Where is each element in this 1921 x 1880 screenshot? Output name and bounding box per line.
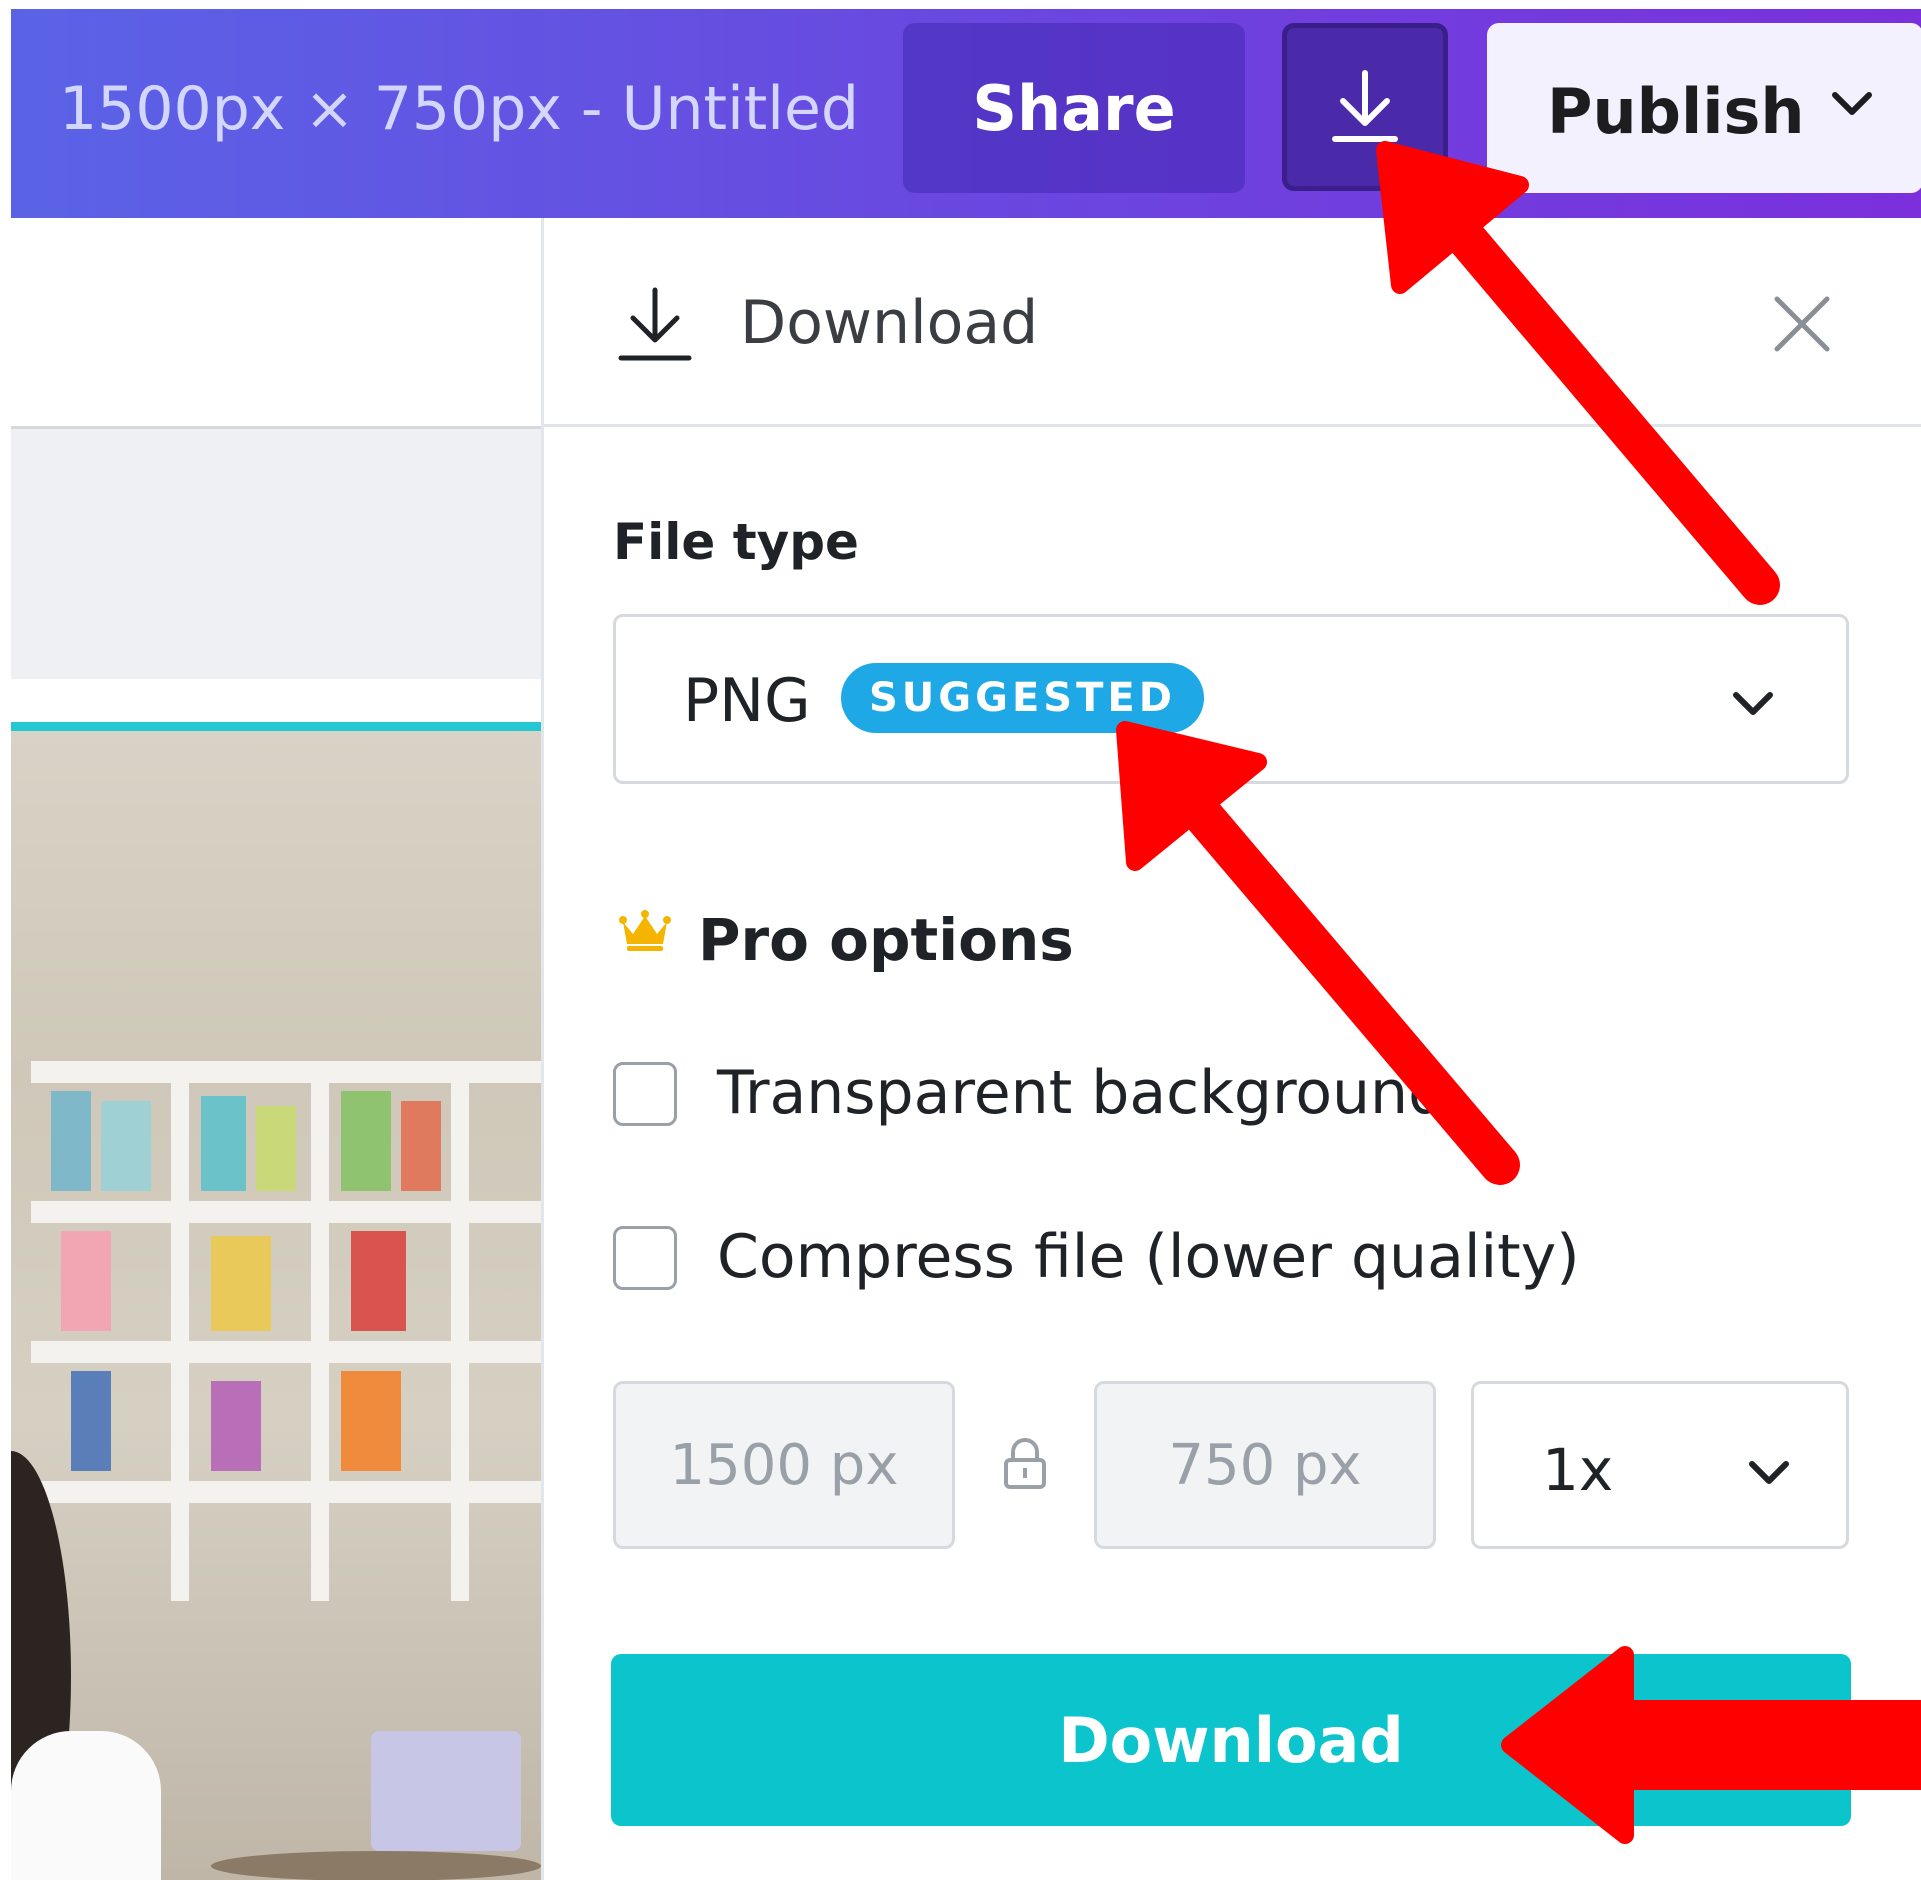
width-field[interactable]: 1500 px: [613, 1381, 955, 1549]
compress-file-checkbox[interactable]: [613, 1226, 677, 1290]
compress-file-label[interactable]: Compress file (lower quality): [717, 1222, 1580, 1292]
panel-title: Download: [740, 288, 1039, 358]
transparent-background-checkbox[interactable]: [613, 1062, 677, 1126]
publish-label: Publish: [1547, 75, 1805, 148]
chevron-down-icon: [1733, 692, 1773, 715]
editor-options-bar: [11, 429, 541, 679]
pro-options-label: Pro options: [698, 906, 1074, 974]
editor-toolbar-area: [11, 218, 541, 426]
chevron-down-icon: [1749, 1461, 1789, 1484]
download-button[interactable]: Download: [611, 1654, 1851, 1826]
file-type-value: PNG: [683, 666, 811, 736]
file-type-select[interactable]: PNG SUGGESTED: [613, 614, 1849, 784]
canvas-photo[interactable]: [11, 731, 541, 1880]
chevron-down-icon: [1832, 92, 1872, 115]
canvas-selection-line: [11, 722, 541, 731]
download-icon: [1332, 70, 1398, 142]
suggested-badge: SUGGESTED: [841, 663, 1204, 733]
download-panel: Download File type PNG SUGGESTED Pro opt…: [541, 218, 1921, 1880]
panel-divider: [544, 424, 1921, 427]
file-type-label: File type: [613, 513, 859, 571]
download-toolbar-button[interactable]: [1282, 23, 1448, 191]
scale-select[interactable]: 1x: [1471, 1381, 1849, 1549]
download-icon: [618, 287, 692, 361]
close-icon[interactable]: [1771, 293, 1833, 355]
editor-topbar: 1500px × 750px - Untitled Share Publish: [11, 9, 1921, 218]
scale-value: 1x: [1542, 1436, 1614, 1504]
publish-button[interactable]: Publish: [1487, 23, 1921, 193]
lock-icon[interactable]: [1003, 1436, 1047, 1490]
share-button[interactable]: Share: [903, 23, 1245, 193]
crown-icon: [619, 910, 671, 951]
document-title[interactable]: 1500px × 750px - Untitled: [59, 74, 859, 144]
transparent-background-label[interactable]: Transparent background: [717, 1058, 1446, 1128]
height-field[interactable]: 750 px: [1094, 1381, 1436, 1549]
